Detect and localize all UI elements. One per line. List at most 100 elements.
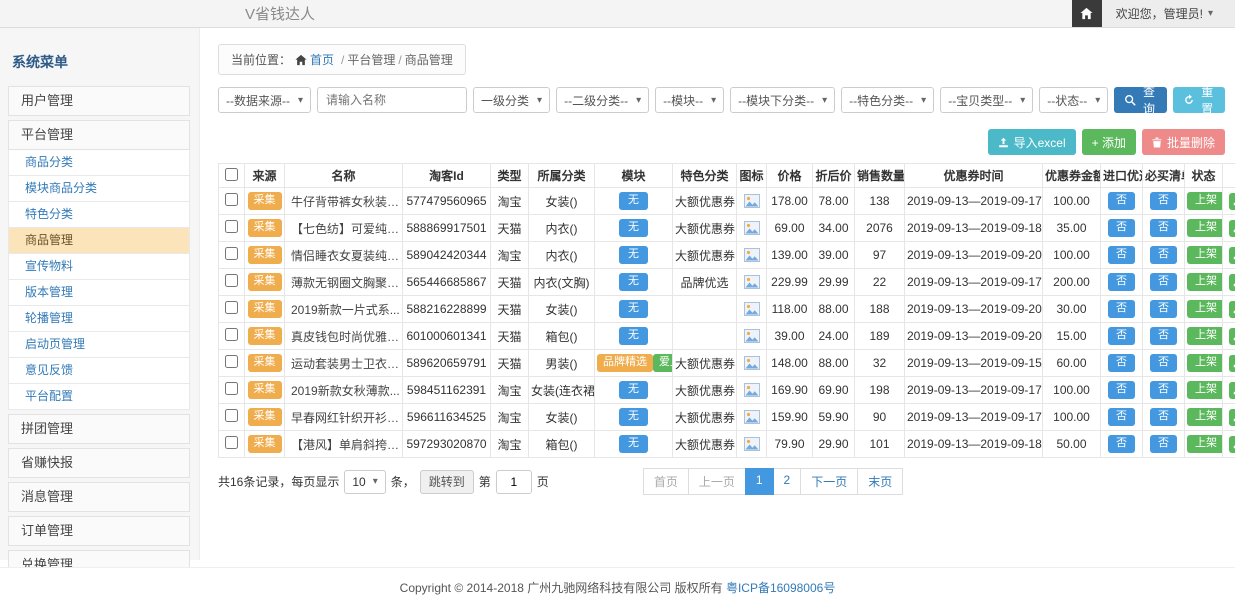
sidebar-item[interactable]: 订单管理	[8, 516, 190, 546]
column-header[interactable]: 折后价	[813, 164, 855, 188]
sidebar-subitem[interactable]: 轮播管理	[8, 306, 190, 332]
edit-button[interactable]	[1229, 301, 1235, 318]
column-header[interactable]: 销售数量	[855, 164, 905, 188]
filter-select[interactable]: --宝贝类型--▾	[940, 87, 1033, 113]
edit-button[interactable]	[1229, 220, 1235, 237]
filter-select[interactable]: --模块下分类--▾	[730, 87, 835, 113]
page-button[interactable]: 2	[773, 468, 802, 495]
column-header[interactable]: 所属分类	[529, 164, 595, 188]
status-button[interactable]: 上架	[1187, 273, 1223, 291]
row-checkbox[interactable]	[225, 436, 238, 449]
jump-button[interactable]: 跳转到	[420, 470, 474, 494]
filter-select[interactable]: --模块--▾	[655, 87, 724, 113]
sidebar-subitem[interactable]: 意见反馈	[8, 358, 190, 384]
import-select-button[interactable]: 否	[1108, 408, 1135, 426]
must-buy-button[interactable]: 否	[1150, 408, 1177, 426]
filter-select[interactable]: --状态--▾	[1039, 87, 1108, 113]
must-buy-button[interactable]: 否	[1150, 300, 1177, 318]
edit-button[interactable]	[1229, 382, 1235, 399]
import-select-button[interactable]: 否	[1108, 219, 1135, 237]
page-button[interactable]: 末页	[857, 468, 903, 495]
sidebar-subitem[interactable]: 特色分类	[8, 202, 190, 228]
import-select-button[interactable]: 否	[1108, 354, 1135, 372]
status-button[interactable]: 上架	[1187, 408, 1223, 426]
import-select-button[interactable]: 否	[1108, 192, 1135, 210]
sidebar-item[interactable]: 拼团管理	[8, 414, 190, 444]
must-buy-button[interactable]: 否	[1150, 381, 1177, 399]
status-button[interactable]: 上架	[1187, 192, 1223, 210]
column-header[interactable]: 优惠券时间	[905, 164, 1043, 188]
sidebar-subitem[interactable]: 版本管理	[8, 280, 190, 306]
status-button[interactable]: 上架	[1187, 219, 1223, 237]
icp-link[interactable]: 粤ICP备16098006号	[726, 581, 835, 595]
filter-select[interactable]: --二级分类--▾	[556, 87, 649, 113]
breadcrumb-item[interactable]: 商品管理	[405, 53, 453, 67]
edit-button[interactable]	[1229, 409, 1235, 426]
column-header[interactable]: 状态	[1185, 164, 1223, 188]
filter-select[interactable]: --数据来源--▾	[218, 87, 311, 113]
page-button[interactable]: 首页	[643, 468, 689, 495]
status-button[interactable]: 上架	[1187, 327, 1223, 345]
status-button[interactable]: 上架	[1187, 381, 1223, 399]
filter-select[interactable]: 一级分类▾	[473, 87, 550, 113]
column-header[interactable]: 模块	[595, 164, 673, 188]
status-button[interactable]: 上架	[1187, 354, 1223, 372]
row-checkbox[interactable]	[225, 301, 238, 314]
status-button[interactable]: 上架	[1187, 246, 1223, 264]
column-header[interactable]: 类型	[491, 164, 529, 188]
page-button[interactable]: 1	[745, 468, 774, 495]
batch-delete-button[interactable]: 批量删除	[1142, 129, 1225, 155]
row-checkbox[interactable]	[225, 193, 238, 206]
sidebar-subitem[interactable]: 商品分类	[8, 150, 190, 176]
edit-button[interactable]	[1229, 193, 1235, 210]
row-checkbox[interactable]	[225, 382, 238, 395]
column-header[interactable]: 名称	[285, 164, 403, 188]
sidebar-item[interactable]: 用户管理	[8, 86, 190, 116]
edit-button[interactable]	[1229, 436, 1235, 453]
sidebar-subitem[interactable]: 模块商品分类	[8, 176, 190, 202]
must-buy-button[interactable]: 否	[1150, 219, 1177, 237]
page-size-select[interactable]: 10 ▾	[344, 470, 385, 494]
reset-button[interactable]: 重置	[1173, 87, 1225, 113]
breadcrumb-home-link[interactable]: 首页	[295, 51, 334, 68]
import-select-button[interactable]: 否	[1108, 327, 1135, 345]
import-select-button[interactable]: 否	[1108, 381, 1135, 399]
row-checkbox[interactable]	[225, 409, 238, 422]
row-checkbox[interactable]	[225, 247, 238, 260]
column-header[interactable]: 来源	[245, 164, 285, 188]
edit-button[interactable]	[1229, 247, 1235, 264]
must-buy-button[interactable]: 否	[1150, 192, 1177, 210]
edit-button[interactable]	[1229, 274, 1235, 291]
sidebar-item[interactable]: 消息管理	[8, 482, 190, 512]
select-all-checkbox[interactable]	[225, 168, 238, 181]
column-header[interactable]: 价格	[767, 164, 813, 188]
user-menu[interactable]: 欢迎您，管理员! ▾	[1102, 0, 1235, 27]
column-header[interactable]: 操作	[1223, 164, 1235, 188]
name-search-input[interactable]	[317, 87, 467, 113]
sidebar-subitem[interactable]: 平台配置	[8, 384, 190, 410]
jump-page-input[interactable]	[496, 470, 532, 494]
must-buy-button[interactable]: 否	[1150, 354, 1177, 372]
row-checkbox[interactable]	[225, 274, 238, 287]
import-select-button[interactable]: 否	[1108, 300, 1135, 318]
row-checkbox[interactable]	[225, 328, 238, 341]
sidebar-item[interactable]: 平台管理	[8, 120, 190, 150]
page-button[interactable]: 上一页	[688, 468, 746, 495]
must-buy-button[interactable]: 否	[1150, 246, 1177, 264]
row-checkbox[interactable]	[225, 355, 238, 368]
search-button[interactable]: 查询	[1114, 87, 1166, 113]
edit-button[interactable]	[1229, 355, 1235, 372]
edit-button[interactable]	[1229, 328, 1235, 345]
column-header[interactable]: 淘客Id	[403, 164, 491, 188]
add-button[interactable]: + 添加	[1082, 129, 1136, 155]
column-header[interactable]: 优惠券金额	[1043, 164, 1101, 188]
status-button[interactable]: 上架	[1187, 300, 1223, 318]
must-buy-button[interactable]: 否	[1150, 327, 1177, 345]
page-button[interactable]: 下一页	[800, 468, 858, 495]
import-excel-button[interactable]: 导入excel	[988, 129, 1076, 155]
must-buy-button[interactable]: 否	[1150, 273, 1177, 291]
sidebar-subitem[interactable]: 宣传物料	[8, 254, 190, 280]
sidebar-subitem[interactable]: 商品管理	[8, 228, 190, 254]
import-select-button[interactable]: 否	[1108, 435, 1135, 453]
column-header[interactable]: 进口优选	[1101, 164, 1143, 188]
